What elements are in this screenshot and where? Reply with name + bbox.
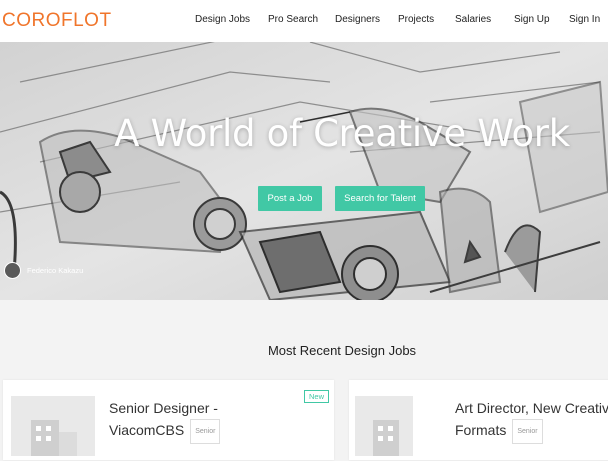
site-header: COROFLOT Design Jobs Pro Search Designer… (0, 0, 608, 42)
nav-pro-search[interactable]: Pro Search (268, 14, 318, 25)
company-logo-placeholder (355, 396, 413, 456)
job-title[interactable]: Senior Designer - ViacomCBS Senior (109, 398, 221, 444)
nav-designers[interactable]: Designers (335, 14, 380, 25)
photo-credit[interactable]: Federico Kakazu (4, 262, 83, 279)
main-nav: Design Jobs Pro Search Designers Project… (0, 14, 608, 30)
avatar (4, 262, 21, 279)
company-logo-placeholder (11, 396, 95, 456)
nav-sign-up[interactable]: Sign Up (514, 14, 550, 25)
level-badge: Senior (190, 419, 221, 444)
hero-banner: A World of Creative Work Post a Job Sear… (0, 42, 608, 300)
hero-sketch-image (0, 42, 608, 300)
nav-salaries[interactable]: Salaries (455, 14, 491, 25)
nav-projects[interactable]: Projects (398, 14, 434, 25)
nav-design-jobs[interactable]: Design Jobs (195, 14, 250, 25)
building-icon (31, 420, 77, 456)
level-badge: Senior (512, 419, 543, 444)
new-badge: New (304, 390, 330, 403)
search-for-talent-button[interactable]: Search for Talent (335, 186, 425, 211)
hero-title: A World of Creative Work (114, 112, 570, 155)
job-card[interactable]: Art Director, New Creative Formats Senior (349, 380, 608, 460)
post-a-job-button[interactable]: Post a Job (258, 186, 322, 211)
section-title: Most Recent Design Jobs (267, 343, 417, 358)
job-card[interactable]: Senior Designer - ViacomCBS Senior New (3, 380, 334, 460)
nav-sign-in[interactable]: Sign In (569, 14, 600, 25)
building-icon (373, 420, 399, 456)
job-title[interactable]: Art Director, New Creative Formats Senior (455, 398, 608, 444)
photo-credit-name: Federico Kakazu (27, 266, 84, 275)
